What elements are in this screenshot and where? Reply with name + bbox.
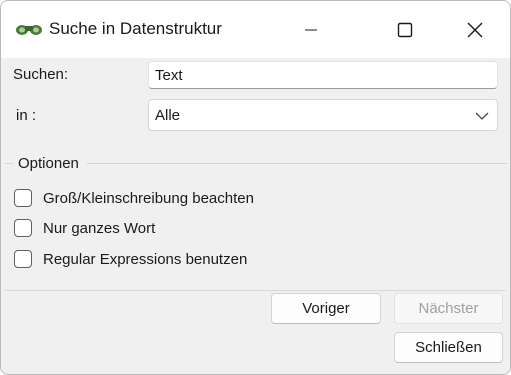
close-button[interactable]: Schließen bbox=[394, 332, 503, 363]
window-title: Suche in Datenstruktur bbox=[49, 19, 222, 38]
option-label: Regular Expressions benutzen bbox=[43, 250, 248, 268]
maximize-icon bbox=[397, 22, 413, 37]
scope-label: in : bbox=[16, 107, 37, 124]
whole-word-checkbox[interactable] bbox=[14, 219, 32, 237]
option-case-sensitive[interactable]: Groß/Kleinschreibung beachten bbox=[14, 188, 254, 208]
chevron-down-icon bbox=[475, 112, 489, 120]
minimize-button[interactable] bbox=[283, 1, 339, 58]
regex-checkbox[interactable] bbox=[14, 250, 32, 268]
divider bbox=[5, 290, 506, 291]
options-group-title: Optionen bbox=[18, 155, 79, 172]
option-regex[interactable]: Regular Expressions benutzen bbox=[14, 249, 247, 269]
group-border bbox=[87, 163, 507, 164]
option-whole-word[interactable]: Nur ganzes Wort bbox=[14, 218, 155, 238]
next-button[interactable]: Nächster bbox=[394, 293, 503, 324]
maximize-button[interactable] bbox=[377, 1, 433, 58]
close-icon bbox=[467, 22, 483, 37]
search-dialog: Suche in Datenstruktur Suchen: in : Alle bbox=[0, 0, 511, 375]
scope-selected-value: Alle bbox=[155, 107, 181, 124]
close-window-button[interactable] bbox=[447, 1, 503, 58]
minimize-icon bbox=[305, 29, 317, 30]
title-bar[interactable]: Suche in Datenstruktur bbox=[1, 1, 510, 58]
case-sensitive-checkbox[interactable] bbox=[14, 189, 32, 207]
scope-dropdown[interactable]: Alle bbox=[148, 99, 498, 131]
option-label: Groß/Kleinschreibung beachten bbox=[43, 189, 254, 207]
option-label: Nur ganzes Wort bbox=[43, 219, 156, 237]
dialog-content: Suchen: in : Alle Optionen Groß/Kleinsch… bbox=[1, 58, 510, 374]
group-border bbox=[5, 163, 13, 164]
search-label: Suchen: bbox=[13, 66, 69, 83]
binoculars-icon bbox=[16, 25, 42, 35]
search-input[interactable] bbox=[148, 61, 498, 89]
previous-button[interactable]: Voriger bbox=[271, 293, 381, 324]
